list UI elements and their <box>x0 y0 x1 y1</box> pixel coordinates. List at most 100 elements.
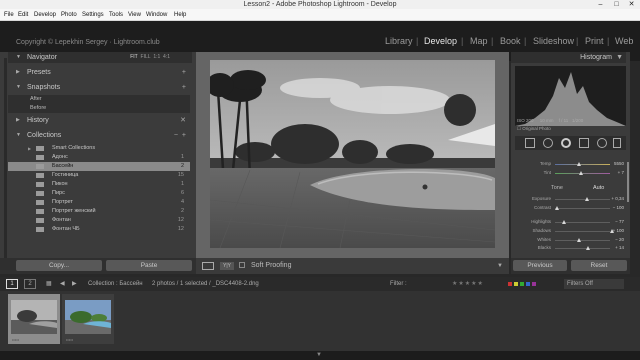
thumbnail-rating: ••••• <box>12 337 20 342</box>
paste-button[interactable]: Paste <box>106 260 192 271</box>
tint-slider[interactable]: Tint + 7 <box>517 169 624 177</box>
develop-toolbar: Y|Y Soft Proofing ▼ <box>196 258 509 274</box>
maximize-button[interactable]: □ <box>609 0 624 9</box>
module-web[interactable]: Web <box>615 36 633 46</box>
menu-window[interactable]: Window <box>146 9 167 21</box>
module-slideshow[interactable]: Slideshow <box>533 36 574 46</box>
color-label-green[interactable] <box>520 282 524 286</box>
collection-item[interactable]: Пирс 6 <box>8 189 190 198</box>
snapshot-item[interactable]: Before <box>8 104 190 113</box>
menu-view[interactable]: View <box>128 9 141 21</box>
snapshot-item[interactable]: After <box>8 95 190 104</box>
crop-tool-icon[interactable] <box>525 138 535 148</box>
radial-filter-icon[interactable] <box>597 138 607 148</box>
thumbnail-image <box>65 300 111 334</box>
slider-blacks[interactable]: Blacks + 14 <box>517 244 624 252</box>
module-library[interactable]: Library <box>385 36 413 46</box>
filmstrip-info[interactable]: 2 photos / 1 selected / _DSC4408-2.dng <box>152 277 259 291</box>
collection-item[interactable]: Портрет женский 2 <box>8 207 190 216</box>
slider-whites[interactable]: Whites − 20 <box>517 236 624 244</box>
original-photo-option[interactable]: ☐ Original Photo <box>517 126 551 132</box>
grid-view-icon[interactable]: ▦ <box>46 277 52 291</box>
right-panel-scrollbar[interactable] <box>627 162 629 202</box>
filmstrip-source[interactable]: Collection : Бассейн <box>88 277 143 291</box>
forward-icon[interactable]: ▶ <box>72 277 77 291</box>
collection-item[interactable]: Пикон 1 <box>8 180 190 189</box>
menu-photo[interactable]: Photo <box>61 9 77 21</box>
collection-icon <box>36 173 44 178</box>
snapshots-header[interactable]: ▼ Snapshots + <box>8 82 192 93</box>
slider-exposure[interactable]: Exposure + 0,34 <box>517 195 624 203</box>
temp-slider[interactable]: Temp 5550 <box>517 160 624 168</box>
histogram-header[interactable]: Histogram ▼ <box>511 52 626 63</box>
color-label-purple[interactable] <box>532 282 536 286</box>
color-label-yellow[interactable] <box>514 282 518 286</box>
add-collection-icon: − + <box>173 132 186 139</box>
slider-thumb <box>585 197 590 201</box>
module-map[interactable]: Map <box>470 36 488 46</box>
before-after-icon[interactable]: Y|Y <box>220 262 234 270</box>
navigator-header[interactable]: ▼ Navigator FIT FILL 1:1 4:1 <box>8 52 192 63</box>
color-label-red[interactable] <box>508 282 512 286</box>
navigator-zoom-options[interactable]: FIT FILL 1:1 4:1 <box>130 52 170 63</box>
filter-preset-dropdown[interactable]: Filters Off <box>564 279 624 289</box>
thumbnail[interactable]: ••••• <box>62 294 114 344</box>
soft-proofing-checkbox[interactable] <box>239 262 245 268</box>
red-eye-icon[interactable] <box>561 138 571 148</box>
adjustment-brush-icon[interactable] <box>613 138 621 148</box>
histogram-graph[interactable] <box>515 66 626 126</box>
menu-edit[interactable]: Edit <box>18 9 28 21</box>
clear-history-icon: ✕ <box>180 117 186 124</box>
collection-item-selected[interactable]: Бассейн 2 <box>8 162 190 171</box>
menu-settings[interactable]: Settings <box>82 9 104 21</box>
collection-item[interactable]: Гостиница 15 <box>8 171 190 180</box>
previous-reset-bar: Previous Reset <box>511 258 630 274</box>
collection-icon <box>36 200 44 205</box>
photo-preview[interactable] <box>210 60 495 248</box>
loupe-view-icon[interactable] <box>202 262 214 270</box>
collection-icon <box>36 164 44 169</box>
identity-plate: Copyright © Lepekhin Sergey · Lightroom.… <box>16 39 160 46</box>
thumbnail-rating: ••••• <box>66 337 74 342</box>
reset-button[interactable]: Reset <box>571 260 627 271</box>
copy-button[interactable]: Copy... <box>16 260 102 271</box>
left-panel-scrollbar[interactable] <box>4 58 7 258</box>
title-bar: Lesson2 - Adobe Photoshop Lightroom - De… <box>0 0 640 9</box>
tool-strip <box>515 136 626 150</box>
toolbar-menu-icon[interactable]: ▼ <box>497 258 503 274</box>
menu-file[interactable]: File <box>4 9 14 21</box>
auto-tone-button[interactable]: Auto <box>593 185 604 191</box>
collection-icon <box>36 227 44 232</box>
color-label-blue[interactable] <box>526 282 530 286</box>
window-1-button[interactable]: 1 <box>6 279 18 289</box>
previous-button[interactable]: Previous <box>513 260 567 271</box>
history-header[interactable]: ▶ History ✕ <box>8 115 192 126</box>
module-print[interactable]: Print <box>585 36 604 46</box>
graduated-filter-icon[interactable] <box>579 138 589 148</box>
menu-develop[interactable]: Develop <box>34 9 56 21</box>
module-book[interactable]: Book <box>500 36 521 46</box>
filmstrip-toggle-icon[interactable]: ▼ <box>316 351 322 360</box>
collection-item[interactable]: Фонтан 12 <box>8 216 190 225</box>
collection-item[interactable]: Портрет 4 <box>8 198 190 207</box>
slider-contrast[interactable]: Contrast − 100 <box>517 204 624 212</box>
slider-highlights[interactable]: Highlights − 77 <box>517 218 624 226</box>
module-develop[interactable]: Develop <box>424 36 457 46</box>
collections-header[interactable]: ▼ Collections − + <box>8 130 192 141</box>
menu-tools[interactable]: Tools <box>109 9 123 21</box>
window-2-button[interactable]: 2 <box>24 279 36 289</box>
collection-item[interactable]: Адонс 1 <box>8 153 190 162</box>
menu-help[interactable]: Help <box>174 9 186 21</box>
minimize-button[interactable]: – <box>593 0 608 9</box>
presets-header[interactable]: ▶ Presets + <box>8 67 192 78</box>
close-button[interactable]: ✕ <box>624 0 639 9</box>
collection-item[interactable]: ▶ Smart Collections <box>8 144 190 153</box>
thumbnail-selected[interactable]: ••••• <box>8 294 60 344</box>
slider-thumb <box>586 246 591 250</box>
collection-item[interactable]: Фонтан ЧБ 12 <box>8 225 190 234</box>
rating-filter-stars[interactable]: ★★★★★ <box>452 277 484 291</box>
filmstrip-header: 1 2 ▦ ◀ ▶ Collection : Бассейн 2 photos … <box>0 277 640 291</box>
spot-removal-icon[interactable] <box>543 138 553 148</box>
slider-shadows[interactable]: Shadows + 100 <box>517 227 624 235</box>
back-icon[interactable]: ◀ <box>60 277 65 291</box>
